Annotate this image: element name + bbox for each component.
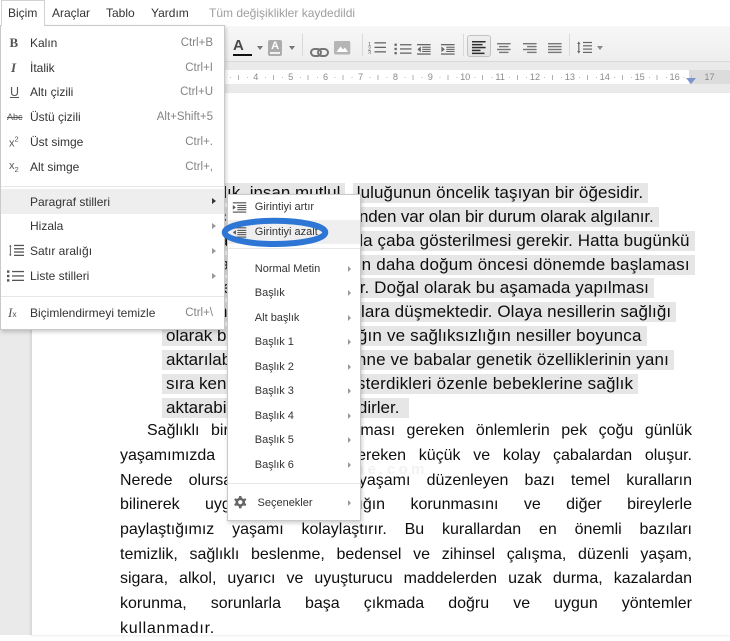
svg-text:3: 3 [368,50,371,54]
